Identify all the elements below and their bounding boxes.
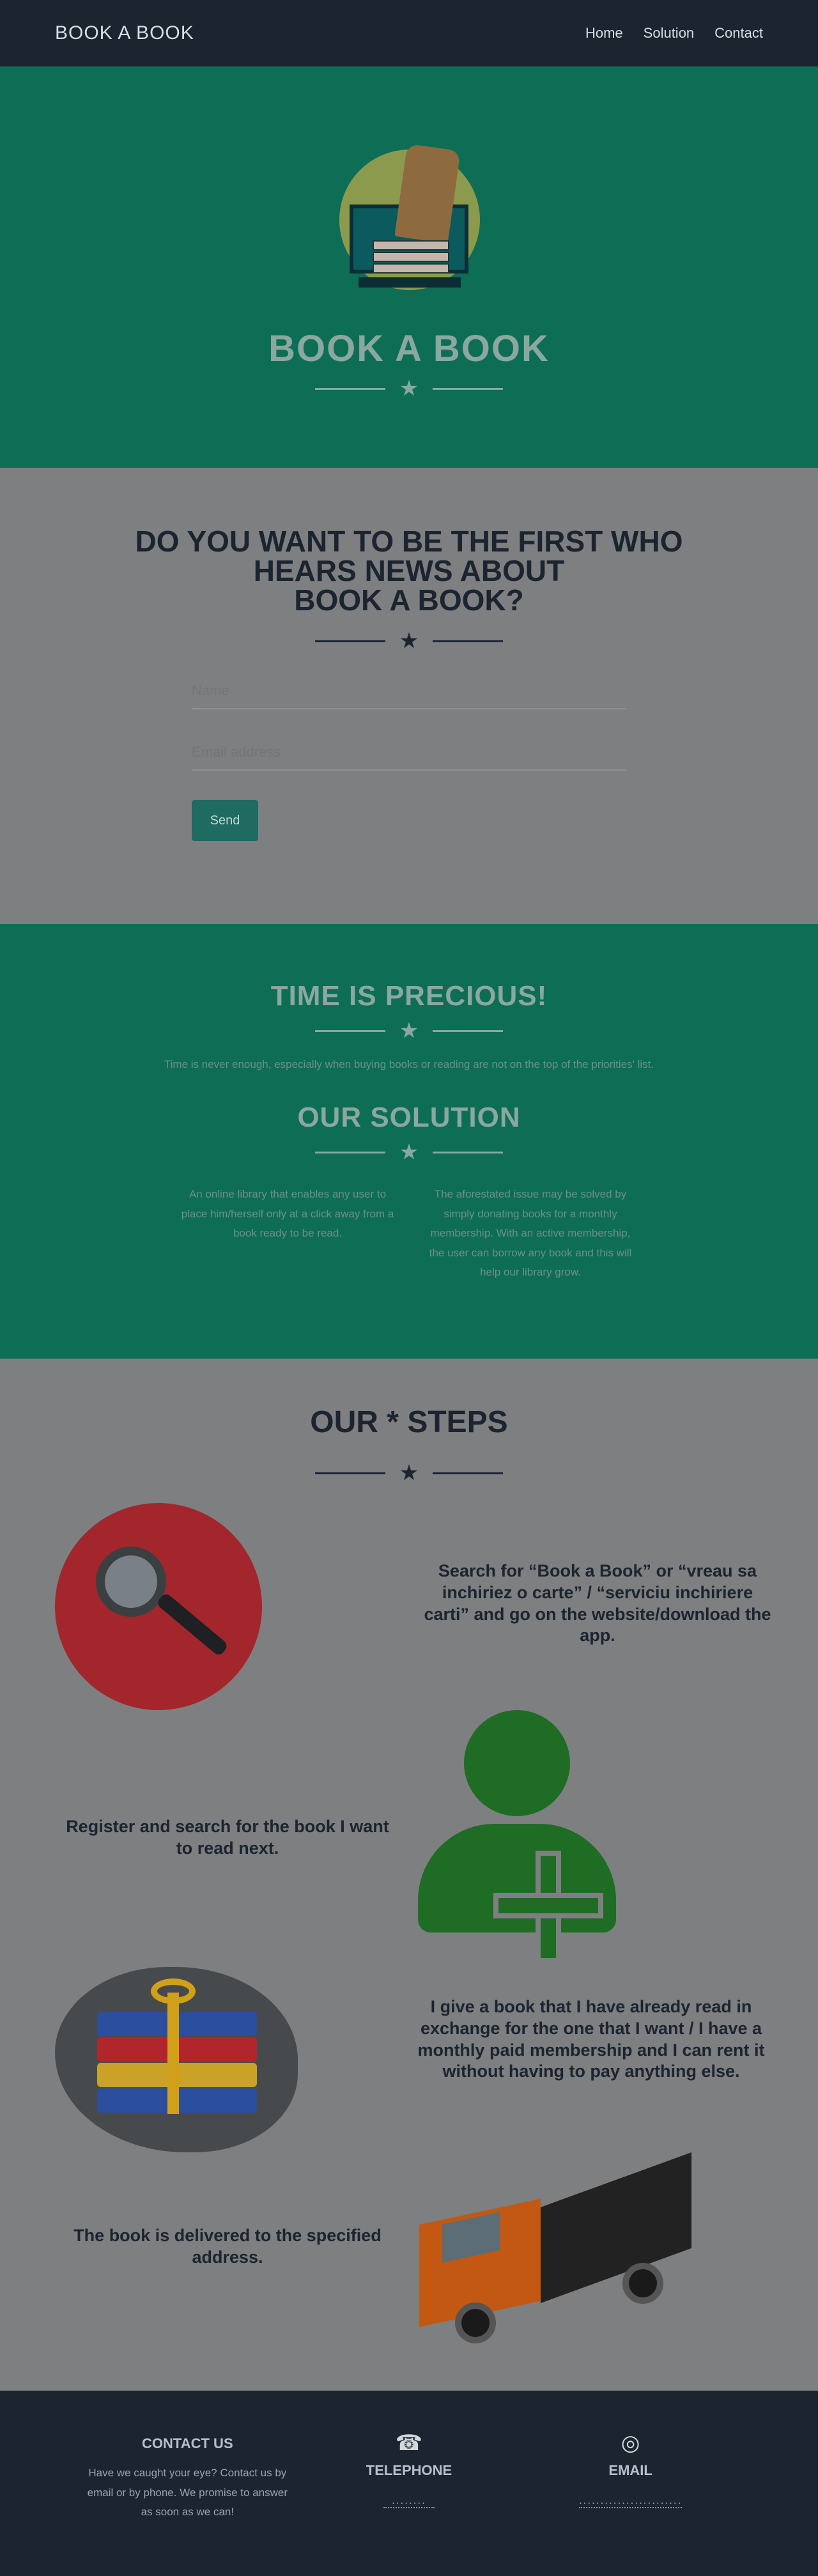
precious-section: TIME IS PRECIOUS! ★ Time is never enough… xyxy=(0,924,818,1359)
step-2-text: Register and search for the book I want … xyxy=(66,1817,389,1858)
telephone-title: TELEPHONE xyxy=(366,2462,452,2478)
gift-books-icon xyxy=(55,1967,298,2152)
subscribe-title-line1: DO YOU WANT TO BE THE FIRST WHO xyxy=(135,525,683,558)
star-icon: ★ xyxy=(399,376,419,401)
magnifying-glass-icon xyxy=(55,1503,262,1710)
hero-title: BOOK A BOOK xyxy=(268,328,550,369)
books-icon xyxy=(373,240,449,275)
email-title: EMAIL xyxy=(608,2462,652,2478)
star-icon: ★ xyxy=(399,1140,419,1164)
star-icon: ★ xyxy=(399,1019,419,1043)
step-1-text: Search for “Book a Book” or “vreau sa in… xyxy=(424,1561,771,1646)
brand-logo[interactable]: BOOK A BOOK xyxy=(55,22,194,44)
hero-section: BOOK A BOOK ★ xyxy=(0,66,818,468)
email-input[interactable] xyxy=(192,735,626,771)
step-4-text: The book is delivered to the specified a… xyxy=(73,2226,382,2267)
telephone-value[interactable]: ........ xyxy=(383,2494,435,2508)
star-divider: ★ xyxy=(314,1140,504,1164)
contact-title: CONTACT US xyxy=(142,2435,233,2451)
subscribe-title-line3: BOOK A BOOK? xyxy=(294,583,524,617)
email-icon: ◎ xyxy=(621,2431,640,2455)
step-3-text: I give a book that I have already read i… xyxy=(417,1997,765,2081)
name-input[interactable] xyxy=(192,674,626,709)
star-divider: ★ xyxy=(314,376,504,401)
solution-columns: An online library that enables any user … xyxy=(166,1185,652,1283)
star-icon: ★ xyxy=(399,629,419,653)
send-button[interactable]: Send xyxy=(192,800,258,841)
footer-contact: CONTACT US Have we caught your eye? Cont… xyxy=(85,2435,289,2576)
star-icon: ★ xyxy=(399,1461,419,1485)
star-divider: ★ xyxy=(314,1019,504,1043)
phone-icon: ☎ xyxy=(395,2431,423,2455)
steps-section: OUR * STEPS ★ Search for “Book a Book” o… xyxy=(0,1359,818,2391)
solution-col-1: An online library that enables any user … xyxy=(181,1188,394,1240)
nav-link-contact[interactable]: Contact xyxy=(714,25,763,42)
hero-book-illustration xyxy=(329,128,489,291)
nav-link-home[interactable]: Home xyxy=(585,25,623,42)
subscribe-title-line2: HEARS NEWS ABOUT xyxy=(253,554,565,587)
footer-telephone: ☎ TELEPHONE ........ xyxy=(307,2431,511,2576)
delivery-truck-icon xyxy=(417,2152,695,2352)
nav-link-solution[interactable]: Solution xyxy=(644,25,695,42)
monitor-stand xyxy=(359,277,461,288)
subscribe-section: DO YOU WANT TO BE THE FIRST WHO HEARS NE… xyxy=(0,468,818,924)
footer-email: ◎ EMAIL ........................ xyxy=(529,2431,733,2576)
solution-title: OUR SOLUTION xyxy=(297,1102,521,1133)
solution-col-2: The aforestated issue may be solved by s… xyxy=(429,1188,632,1279)
top-navbar: BOOK A BOOK Home Solution Contact xyxy=(0,0,818,66)
contact-text: Have we caught your eye? Contact us by e… xyxy=(87,2467,288,2518)
email-value[interactable]: ........................ xyxy=(578,2494,683,2508)
footer: CONTACT US Have we caught your eye? Cont… xyxy=(0,2391,818,2576)
precious-title: TIME IS PRECIOUS! xyxy=(270,980,548,1012)
subscribe-form: Send xyxy=(192,674,626,841)
star-divider: ★ xyxy=(314,629,504,653)
steps-title: OUR * STEPS xyxy=(310,1405,508,1439)
star-divider: ★ xyxy=(0,1462,818,1484)
nav-links: Home Solution Contact xyxy=(585,25,763,42)
add-user-icon xyxy=(418,1710,629,1966)
precious-text: Time is never enough, especially when bu… xyxy=(164,1058,654,1070)
subscribe-title: DO YOU WANT TO BE THE FIRST WHO HEARS NE… xyxy=(135,527,683,615)
